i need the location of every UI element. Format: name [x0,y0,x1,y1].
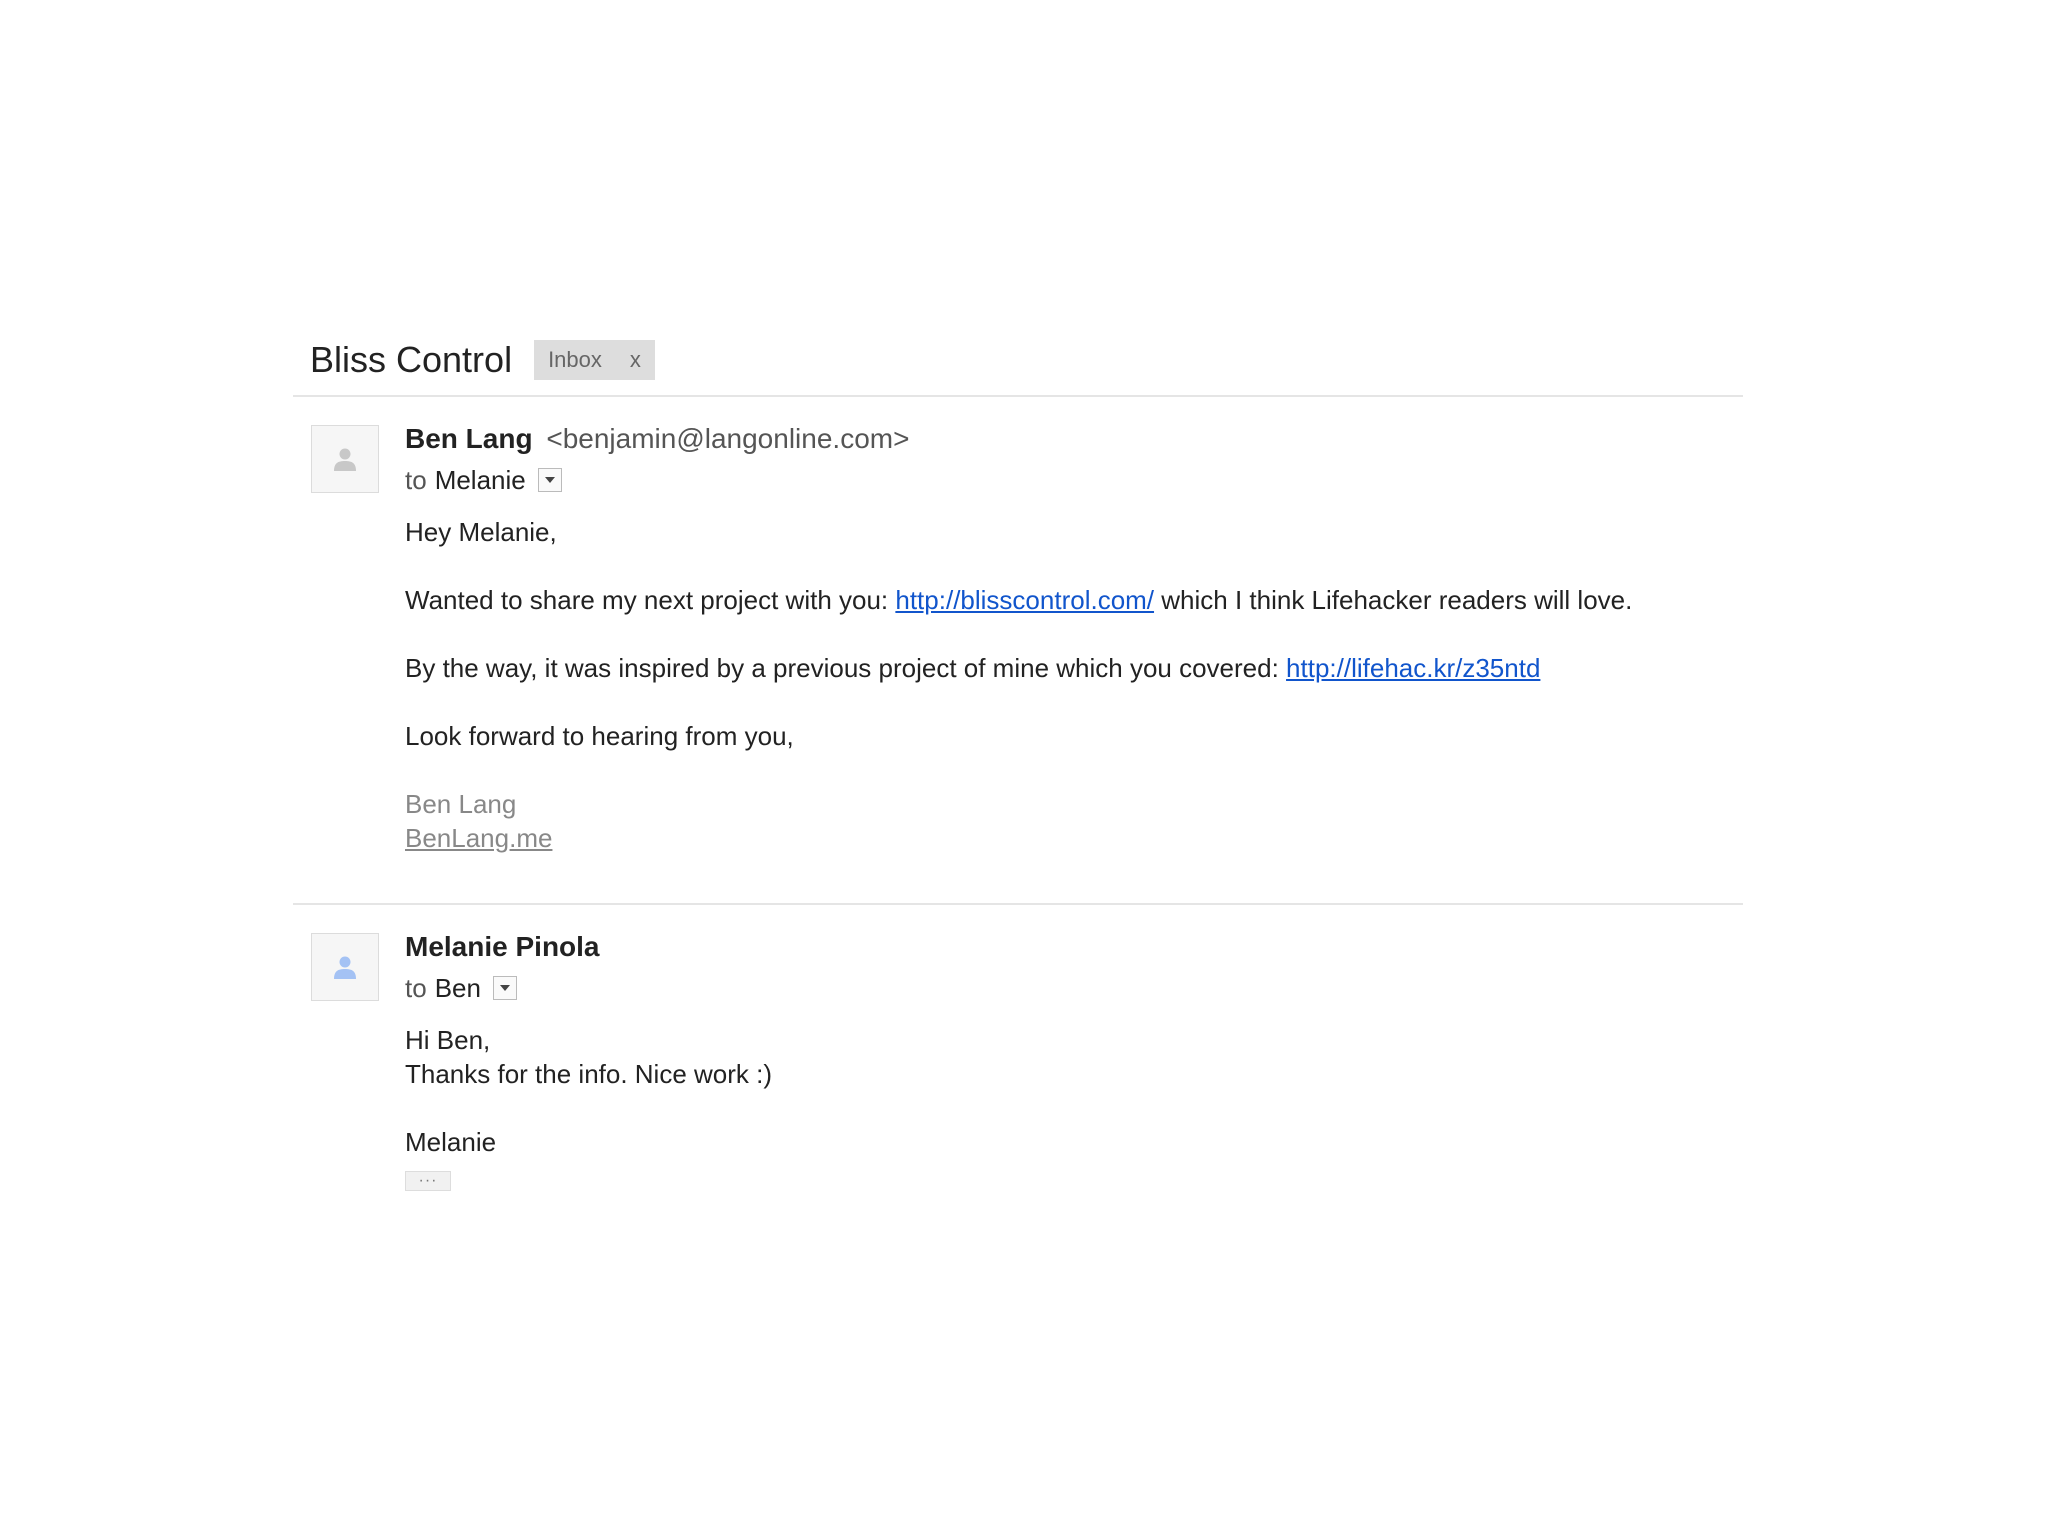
sender-name[interactable]: Ben Lang [405,423,533,454]
show-details-button[interactable] [537,468,562,492]
recipient-name: Ben [434,973,481,1003]
thread-header: Bliss Control Inbox x [293,325,1743,397]
message-body: Hey Melanie, Wanted to share my next pro… [405,515,1743,855]
person-icon [334,448,356,471]
paragraph-inspiration: By the way, it was inspired by a previou… [405,651,1743,685]
sender-line: Melanie Pinola [405,927,1743,967]
message-body: Hi Ben, Thanks for the info. Nice work :… [405,1023,1743,1193]
sender-line: Ben Lang <benjamin@langonline.com> [405,419,1743,459]
greeting: Hey Melanie, [405,517,557,547]
sender-avatar[interactable] [311,933,379,1001]
chevron-down-icon [544,477,555,483]
person-icon [334,956,356,979]
sender-email: <benjamin@langonline.com> [546,423,910,454]
show-trimmed-content-button[interactable]: ··· [405,1171,451,1191]
paragraph-text: which I think Lifehacker readers will lo… [1154,585,1633,615]
chevron-down-icon [499,985,510,991]
to-label: to [405,973,427,1003]
email-thread: Bliss Control Inbox x Ben Lang <benjamin… [293,325,1743,1241]
lifehacker-link[interactable]: http://lifehac.kr/z35ntd [1286,653,1540,683]
message-1: Ben Lang <benjamin@langonline.com> to Me… [293,397,1743,905]
paragraph-text: Wanted to share my next project with you… [405,585,896,615]
label-chip-text: Inbox [548,347,602,372]
signature-name: Ben Lang [405,789,517,819]
show-details-button[interactable] [492,976,517,1000]
greeting: Hi Ben, [405,1025,491,1055]
thread-subject: Bliss Control [310,339,513,380]
message-line: Thanks for the info. Nice work :) [405,1059,773,1089]
blisscontrol-link[interactable]: http://blisscontrol.com/ [895,585,1154,615]
sign-off: Melanie [405,1127,497,1157]
message-2: Melanie Pinola to Ben Hi Ben, Thanks for… [293,905,1743,1241]
signature-link[interactable]: BenLang.me [405,823,552,853]
label-chip-inbox[interactable]: Inbox x [534,340,655,380]
line-spacer [405,1091,1743,1125]
sender-avatar[interactable] [311,425,379,493]
closing: Look forward to hearing from you, [405,721,794,751]
paragraph-text: By the way, it was inspired by a previou… [405,653,1287,683]
paragraph-project: Wanted to share my next project with you… [405,583,1743,617]
remove-label-button[interactable]: x [630,347,641,373]
sender-name[interactable]: Melanie Pinola [405,931,600,962]
recipient-line: to Melanie [405,459,1743,501]
to-label: to [405,465,427,495]
signature: Ben Lang BenLang.me [405,787,1743,855]
recipient-line: to Ben [405,967,1743,1009]
recipient-name: Melanie [434,465,526,495]
